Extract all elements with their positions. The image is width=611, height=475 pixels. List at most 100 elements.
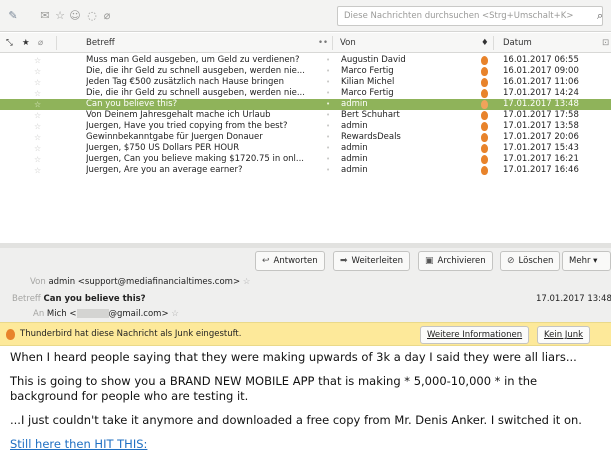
read-dot-icon[interactable]: •	[326, 165, 330, 176]
message-row[interactable]: ☆ Gewinnbekanntgabe für Juergen Donauer …	[0, 132, 611, 143]
unread-icon[interactable]: ✉	[38, 9, 52, 23]
star-icon[interactable]: ☆	[34, 99, 41, 110]
message-row[interactable]: ☆ Muss man Geld ausgeben, um Geld zu ver…	[0, 55, 611, 66]
read-dot-icon[interactable]: •	[326, 55, 330, 66]
quick-filter-bar: ✎ ✉ ☆ ☺ ◌ ⌀ Diese Nachrichten durchsuche…	[0, 0, 611, 32]
read-dot-icon[interactable]: •	[326, 143, 330, 154]
junk-column-icon[interactable]: ♦	[481, 38, 489, 48]
message-from: admin	[341, 165, 368, 175]
forward-label: Weiterleiten	[351, 256, 404, 266]
junk-flame-icon[interactable]	[481, 165, 488, 179]
contact-star-icon[interactable]: ☆	[243, 277, 251, 287]
message-from: RewardsDeals	[341, 132, 401, 142]
message-from: admin	[341, 154, 368, 164]
message-from: Bert Schuhart	[341, 110, 400, 120]
star-icon[interactable]: ☆	[34, 154, 41, 165]
read-dot-icon[interactable]: •	[326, 99, 330, 110]
archive-button[interactable]: ▣ Archivieren	[418, 251, 493, 271]
message-row[interactable]: ☆ Die, die ihr Geld zu schnell ausgeben,…	[0, 88, 611, 99]
message-row[interactable]: ☆ Jeden Tag €500 zusätzlich nach Hause b…	[0, 77, 611, 88]
star-icon[interactable]: ☆	[34, 77, 41, 88]
body-paragraph: This is going to show you a BRAND NEW MO…	[10, 374, 538, 403]
from-label: Von	[30, 277, 46, 287]
attachment-column-icon[interactable]: ⌀	[38, 38, 43, 48]
to-label: An	[33, 309, 45, 319]
message-row[interactable]: ☆ Von Deinem Jahresgehalt mache ich Urla…	[0, 110, 611, 121]
star-icon[interactable]: ☆	[34, 165, 41, 176]
contact-star-icon[interactable]: ☆	[171, 309, 179, 319]
message-row[interactable]: ☆ Die, die ihr Geld zu schnell ausgeben,…	[0, 66, 611, 77]
star-icon[interactable]: ☆	[34, 132, 41, 143]
message-subject: Juergen, Have you tried copying from the…	[86, 121, 288, 131]
message-date: 17.01.2017 15:43	[503, 143, 579, 153]
message-date: 16.01.2017 09:00	[503, 66, 579, 76]
forward-button[interactable]: ➡ Weiterleiten	[333, 251, 411, 271]
thread-column-icon[interactable]: ⤡	[6, 38, 13, 48]
pin-icon[interactable]: ✎	[6, 9, 20, 23]
more-info-label: Weitere Informationen	[427, 330, 523, 340]
subject-label: Betreff	[12, 294, 41, 304]
search-input[interactable]: Diese Nachrichten durchsuchen <Strg+Umsc…	[337, 6, 603, 26]
body-paragraph: ...I just couldn't take it anymore and d…	[10, 413, 582, 427]
read-dot-icon[interactable]: •	[326, 132, 330, 143]
star-icon[interactable]: ☆	[34, 55, 41, 66]
message-date-value: 17.01.2017 13:48	[536, 294, 611, 304]
to-value-suffix[interactable]: @gmail.com>	[109, 309, 169, 319]
column-date[interactable]: Datum	[503, 38, 532, 48]
message-subject: Juergen, $750 US Dollars PER HOUR	[86, 143, 240, 153]
message-date: 17.01.2017 13:58	[503, 121, 579, 131]
read-dot-icon[interactable]: •	[326, 154, 330, 165]
read-dot-icon[interactable]: •	[326, 77, 330, 88]
message-from: Kilian Michel	[341, 77, 395, 87]
column-subject[interactable]: Betreff	[86, 38, 115, 48]
message-date: 17.01.2017 16:46	[503, 165, 579, 175]
read-dot-icon[interactable]: •	[326, 88, 330, 99]
star-icon[interactable]: ☆	[34, 88, 41, 99]
message-subject: Die, die ihr Geld zu schnell ausgeben, w…	[86, 66, 305, 76]
message-subject: Juergen, Are you an average earner?	[86, 165, 243, 175]
read-column-icon[interactable]: ••	[318, 38, 328, 48]
not-junk-label: Kein Junk	[544, 330, 584, 340]
star-icon[interactable]: ☆	[34, 143, 41, 154]
column-picker-icon[interactable]: ⊡	[602, 38, 609, 48]
message-row[interactable]: ☆ Juergen, Are you an average earner? • …	[0, 165, 611, 176]
junk-flame-icon	[6, 329, 15, 340]
star-icon[interactable]: ☆	[34, 110, 41, 121]
star-icon[interactable]: ☆	[53, 9, 67, 23]
message-subject: Von Deinem Jahresgehalt mache ich Urlaub	[86, 110, 271, 120]
message-subject: Die, die ihr Geld zu schnell ausgeben, w…	[86, 88, 305, 98]
body-link[interactable]: Still here then HIT THIS:	[10, 437, 147, 451]
more-info-button[interactable]: Weitere Informationen	[420, 326, 530, 344]
message-row[interactable]: ☆ Juergen, Have you tried copying from t…	[0, 121, 611, 132]
message-list-header: ⤡ ★ ⌀ Betreff •• Von ♦ Datum ⊡	[0, 33, 611, 53]
star-icon[interactable]: ☆	[34, 66, 41, 77]
attachment-icon[interactable]: ⌀	[100, 9, 114, 23]
message-from: admin	[341, 121, 368, 131]
read-dot-icon[interactable]: •	[326, 66, 330, 77]
star-icon[interactable]: ☆	[34, 121, 41, 132]
message-subject: Jeden Tag €500 zusätzlich nach Hause bri…	[86, 77, 284, 87]
message-from: Marco Fertig	[341, 66, 394, 76]
read-dot-icon[interactable]: •	[326, 110, 330, 121]
read-dot-icon[interactable]: •	[326, 121, 330, 132]
from-value[interactable]: admin <support@mediafinancialtimes.com>	[48, 277, 240, 287]
subject-value: Can you believe this?	[43, 294, 146, 304]
message-subject: Can you believe this?	[86, 99, 178, 109]
not-junk-button[interactable]: Kein Junk	[537, 326, 591, 344]
contact-icon[interactable]: ☺	[68, 9, 82, 23]
message-subject: Muss man Geld ausgeben, um Geld zu verdi…	[86, 55, 300, 65]
message-subject: Juergen, Can you believe making $1720.75…	[86, 154, 304, 164]
to-value[interactable]: Mich <	[47, 309, 77, 319]
message-row-selected[interactable]: ☆ Can you believe this? • admin 17.01.20…	[0, 99, 611, 110]
message-date: 16.01.2017 11:06	[503, 77, 579, 87]
star-column-icon[interactable]: ★	[22, 38, 30, 48]
tag-icon[interactable]: ◌	[85, 9, 99, 23]
message-row[interactable]: ☆ Juergen, Can you believe making $1720.…	[0, 154, 611, 165]
column-from[interactable]: Von	[340, 38, 356, 48]
message-row[interactable]: ☆ Juergen, $750 US Dollars PER HOUR • ad…	[0, 143, 611, 154]
search-icon[interactable]: ⌕	[597, 9, 603, 23]
delete-button[interactable]: ⊘ Löschen	[500, 251, 561, 271]
reply-button[interactable]: ↩ Antworten	[255, 251, 325, 271]
message-from: Marco Fertig	[341, 88, 394, 98]
more-button[interactable]: Mehr ▾	[562, 251, 611, 271]
